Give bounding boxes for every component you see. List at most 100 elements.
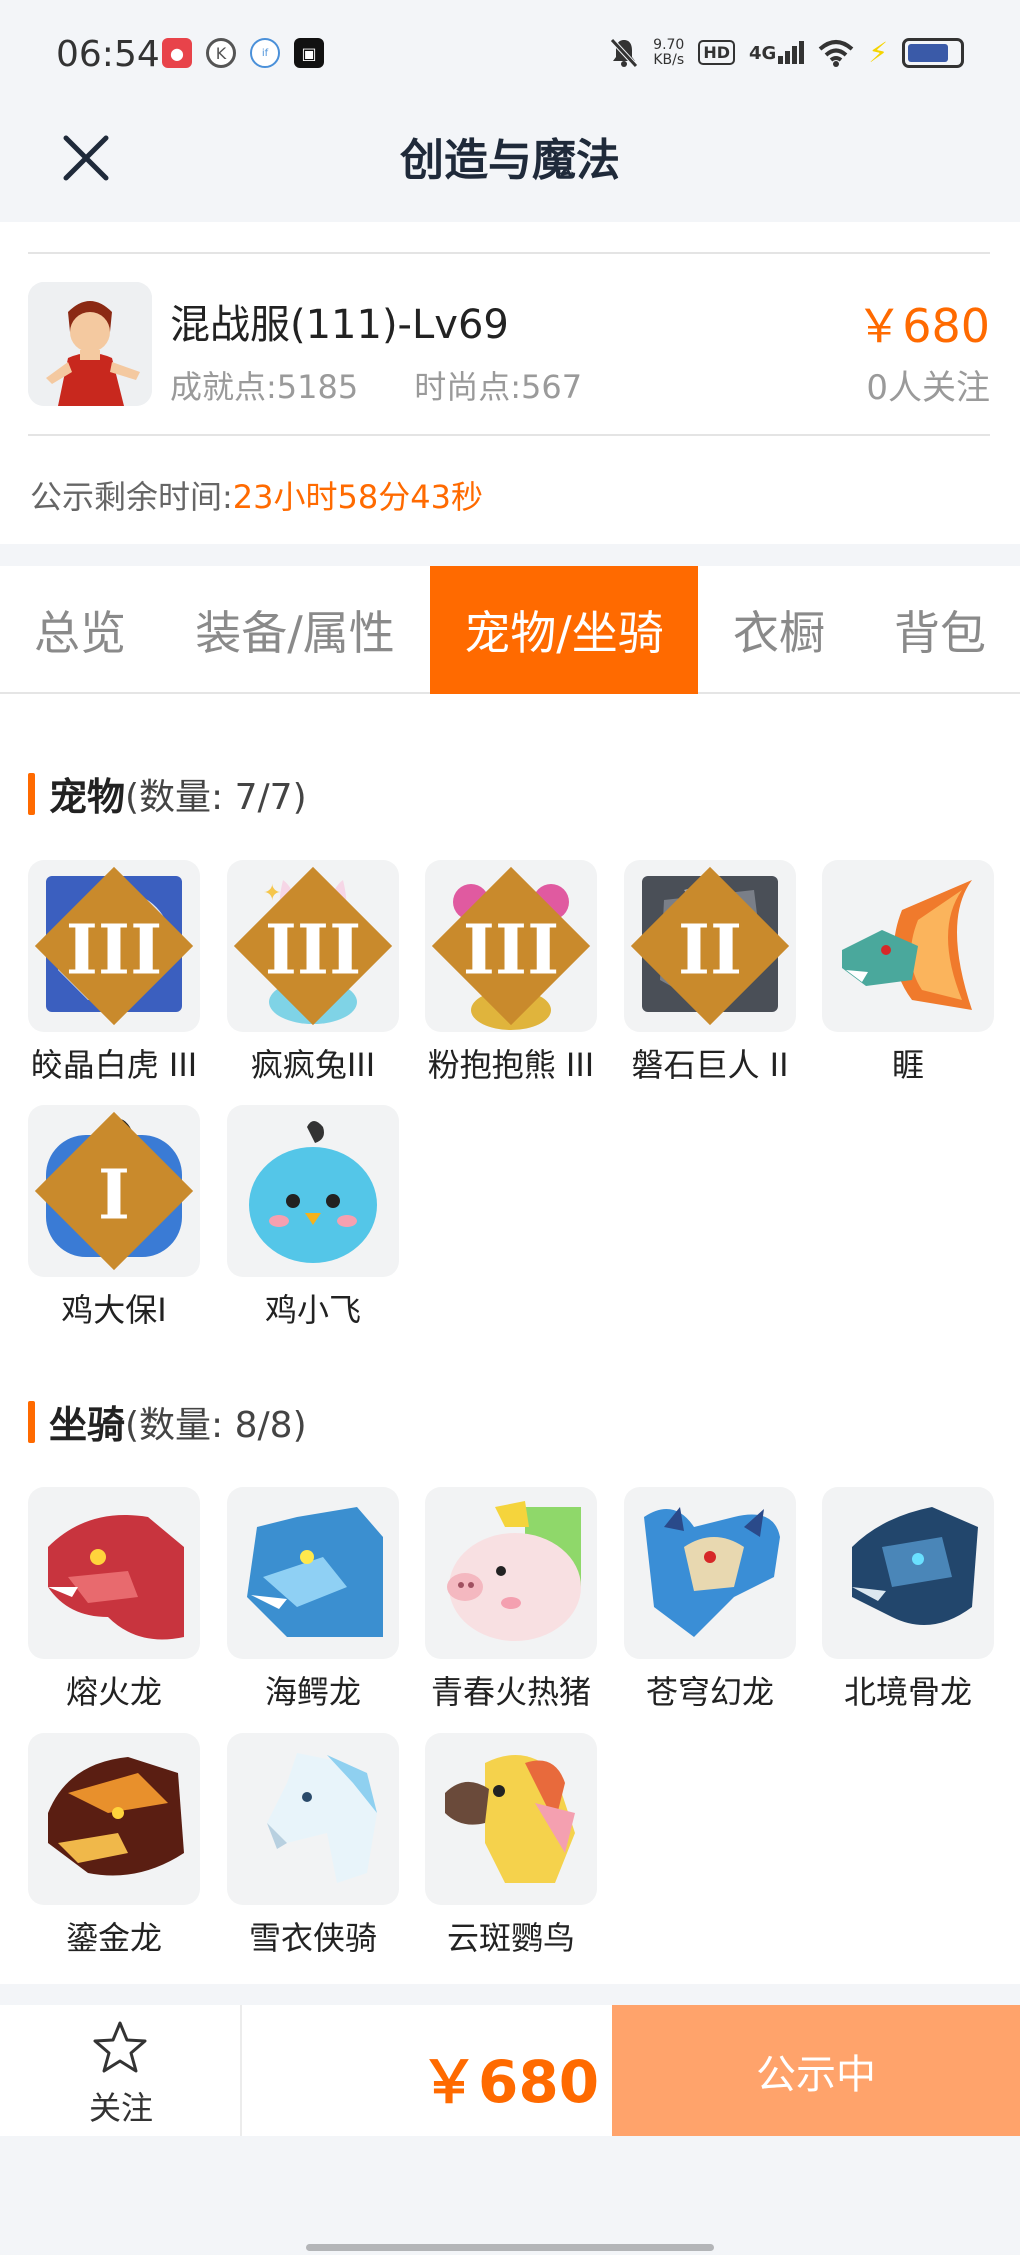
k-app-icon: K <box>206 38 236 68</box>
pets-title: 宠物 <box>49 775 126 819</box>
fashion-points: 时尚点:567 <box>414 368 583 406</box>
small-bird-icon <box>227 1105 399 1277</box>
game-app-icon: ▣ <box>294 38 324 68</box>
svg-text:II: II <box>678 910 742 991</box>
charging-icon: ⚡ <box>868 36 888 69</box>
gold-dragon-icon <box>28 1733 200 1905</box>
pet-item[interactable]: 睚 <box>822 860 994 1086</box>
fire-beast-icon <box>822 860 994 1032</box>
battery-icon <box>902 37 964 68</box>
pink-bear-icon: III <box>425 860 597 1032</box>
bottom-price: ￥680 <box>420 2048 600 2116</box>
mounts-title: 坐骑 <box>49 1403 126 1447</box>
mount-item[interactable]: 海鳄龙 <box>227 1487 399 1713</box>
ifly-app-icon: if <box>250 38 280 68</box>
network-speed: 9.70 KB/s <box>653 36 685 68</box>
tab-backpack[interactable]: 背包 <box>860 566 1020 694</box>
mounts-count: (数量: 8/8) <box>125 1404 307 1446</box>
pet-item[interactable]: ✦✦ III 疯疯兔III <box>227 860 399 1086</box>
mount-item[interactable]: 北境骨龙 <box>822 1487 994 1713</box>
product-card: 混战服(111)-Lv69 成就点:5185 时尚点:567 ￥680 0人关注… <box>0 222 1020 544</box>
status-right: 9.70 KB/s HD 4G ⚡ <box>609 36 964 69</box>
mount-item[interactable]: 青春火热猪 <box>425 1487 597 1713</box>
pet-name: 粉抱抱熊 III <box>427 1046 595 1084</box>
section-marker <box>28 772 35 815</box>
network-type: 4G <box>749 43 777 64</box>
divider <box>28 434 990 436</box>
public-notice-button[interactable]: 公示中 <box>612 2005 1020 2136</box>
signal-icon: 4G <box>749 41 805 64</box>
mount-item[interactable]: 苍穹幻龙 <box>624 1487 796 1713</box>
rock-giant-icon: II <box>624 860 796 1032</box>
pet-name: 疯疯兔III <box>250 1046 376 1084</box>
white-tiger-icon: III <box>28 860 200 1032</box>
pet-item[interactable]: III 粉抱抱熊 III <box>425 860 597 1086</box>
sky-dragon-icon <box>624 1487 796 1659</box>
pets-section-title: 宠物 (数量: 7/7) <box>28 766 307 821</box>
white-horse-icon <box>227 1733 399 1905</box>
parrot-icon <box>425 1733 597 1905</box>
mount-item[interactable]: 熔火龙 <box>28 1487 200 1713</box>
countdown-value: 23小时58分43秒 <box>232 478 483 516</box>
product-stats: 成就点:5185 时尚点:567 <box>170 362 582 408</box>
pet-name: 皎晶白虎 III <box>30 1046 198 1084</box>
mount-item[interactable]: 鎏金龙 <box>28 1733 200 1959</box>
mount-name: 鎏金龙 <box>65 1919 162 1957</box>
sea-dragon-icon <box>227 1487 399 1659</box>
hd-icon: HD <box>698 40 736 65</box>
bone-dragon-icon <box>822 1487 994 1659</box>
star-icon <box>93 2021 147 2073</box>
pet-name: 睚 <box>891 1046 924 1084</box>
page-title: 创造与魔法 <box>400 135 620 186</box>
pet-item[interactable]: II 磐石巨人 II <box>624 860 796 1086</box>
mount-name: 海鳄龙 <box>264 1673 361 1711</box>
section-marker <box>28 1400 35 1443</box>
pet-item[interactable]: 鸡小飞 <box>227 1105 399 1331</box>
svg-text:III: III <box>66 910 163 991</box>
app-header: 创造与魔法 <box>0 110 1020 222</box>
mount-item[interactable]: 雪衣侠骑 <box>227 1733 399 1959</box>
tab-equipment[interactable]: 装备/属性 <box>160 566 430 694</box>
mount-name: 云斑鹦鸟 <box>446 1919 575 1957</box>
mount-name: 苍穹幻龙 <box>645 1673 774 1711</box>
pet-name: 鸡大保I <box>61 1291 167 1329</box>
network-speed-value: 9.70 <box>653 36 685 53</box>
mounts-section-title: 坐骑 (数量: 8/8) <box>28 1394 307 1449</box>
pet-name: 磐石巨人 II <box>631 1046 789 1084</box>
follower-count: 0人关注 <box>866 368 990 408</box>
red-dragon-icon <box>28 1487 200 1659</box>
divider <box>28 252 990 254</box>
product-price: ￥680 <box>856 299 990 353</box>
home-indicator[interactable] <box>306 2244 714 2251</box>
app-notification-icon: ● <box>162 38 192 68</box>
pig-icon <box>425 1487 597 1659</box>
achievement-points: 成就点:5185 <box>170 368 359 406</box>
mount-name: 雪衣侠骑 <box>248 1919 377 1957</box>
countdown: 公示剩余时间:23小时58分43秒 <box>30 472 483 518</box>
svg-text:III: III <box>265 910 362 991</box>
svg-text:III: III <box>463 910 560 991</box>
tab-overview[interactable]: 总览 <box>0 566 160 694</box>
status-bar: 06:54 ● K if ▣ 9.70 KB/s HD 4G ⚡ <box>0 0 1020 110</box>
tab-pets-mounts[interactable]: 宠物/坐骑 <box>430 566 698 694</box>
product-name: 混战服(111)-Lv69 <box>170 302 509 348</box>
pet-item[interactable]: I 鸡大保I <box>28 1105 200 1331</box>
bottom-action-bar: 关注 ￥680 公示中 <box>0 2005 1020 2136</box>
status-time: 06:54 <box>56 34 160 75</box>
tab-wardrobe[interactable]: 衣橱 <box>698 566 860 694</box>
mount-item[interactable]: 云斑鹦鸟 <box>425 1733 597 1959</box>
pets-mounts-panel: 宠物(数量: 7/7) III 皎晶白虎 III ✦✦ III 疯疯兔III I… <box>0 694 1020 1984</box>
mount-name: 熔火龙 <box>65 1673 162 1711</box>
pet-name: 鸡小飞 <box>264 1291 361 1329</box>
wifi-icon <box>819 39 854 67</box>
network-speed-unit: KB/s <box>653 51 685 68</box>
blue-chicken-icon: I <box>28 1105 200 1277</box>
countdown-label: 公示剩余时间: <box>30 478 233 516</box>
follow-button[interactable]: 关注 <box>0 2005 242 2136</box>
notification-icons: ● K if ▣ <box>162 38 324 68</box>
svg-text:I: I <box>98 1155 130 1236</box>
crazy-rabbit-icon: ✦✦ III <box>227 860 399 1032</box>
mount-name: 青春火热猪 <box>430 1673 591 1711</box>
tab-bar: 总览 装备/属性 宠物/坐骑 衣橱 背包 <box>0 566 1020 694</box>
pet-item[interactable]: III 皎晶白虎 III <box>28 860 200 1086</box>
